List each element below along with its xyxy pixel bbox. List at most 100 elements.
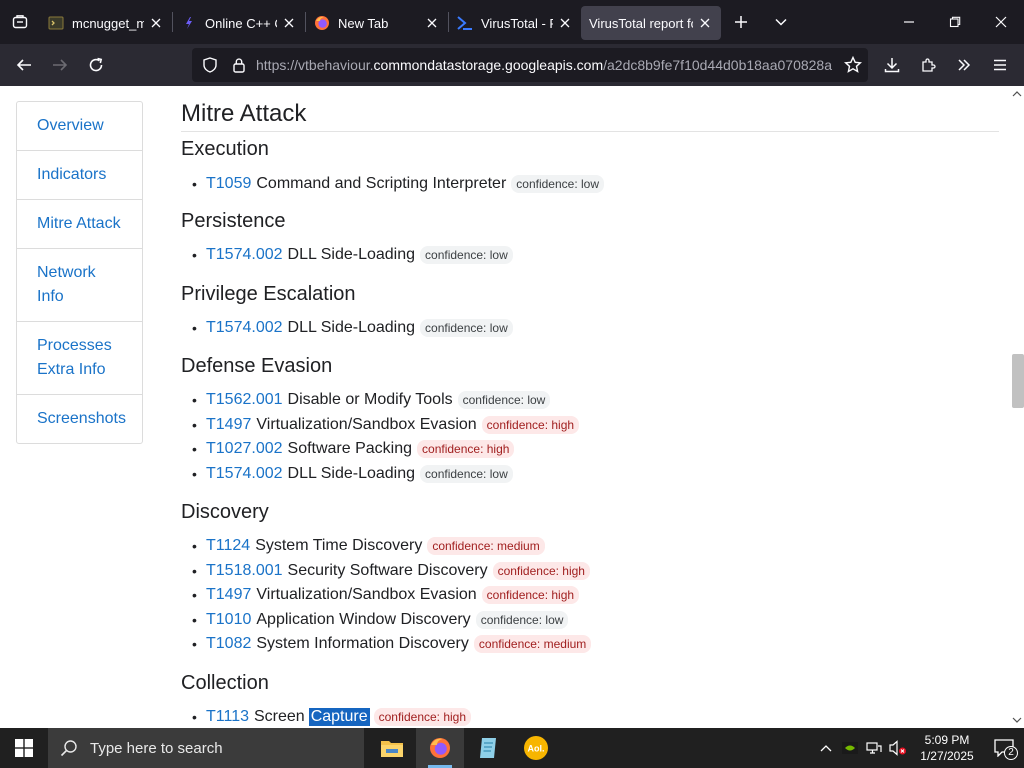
- back-button[interactable]: [6, 49, 42, 81]
- bullet: •: [192, 247, 197, 263]
- list-item: • T1497 Virtualization/Sandbox Evasion c…: [192, 414, 580, 436]
- bullet: •: [192, 392, 197, 408]
- tab-title: New Tab: [338, 15, 389, 31]
- section-heading-collection: Collection: [181, 672, 269, 694]
- tab-virustotal-report[interactable]: VirusTotal report for: [581, 6, 721, 40]
- bullet: •: [192, 538, 197, 554]
- star-icon: [844, 56, 862, 73]
- sidebar-item-indicators[interactable]: Indicators: [17, 151, 142, 200]
- taskbar-firefox[interactable]: [416, 728, 464, 768]
- close-icon[interactable]: [281, 15, 297, 31]
- address-bar[interactable]: https://vtbehaviour.commondatastorage.go…: [192, 48, 868, 82]
- close-icon[interactable]: [557, 15, 573, 31]
- nvidia-tray-icon[interactable]: [838, 728, 862, 768]
- windows-logo-icon: [15, 739, 33, 757]
- bullet: •: [192, 417, 197, 433]
- list-all-tabs-button[interactable]: [0, 0, 40, 44]
- technique-link[interactable]: T1027.002: [206, 440, 283, 458]
- system-tray: 5:09 PM 1/27/2025 2: [814, 728, 1024, 768]
- list-item: • T1059 Command and Scripting Interprete…: [192, 173, 604, 195]
- volume-muted-icon[interactable]: [886, 728, 910, 768]
- windows-taskbar: Type here to search Aol. 5:09 PM 1/27/20…: [0, 728, 1024, 768]
- technique-link[interactable]: T1518.001: [206, 562, 283, 580]
- technique-link[interactable]: T1059: [206, 175, 251, 193]
- url-text[interactable]: https://vtbehaviour.commondatastorage.go…: [256, 57, 838, 73]
- arrow-right-icon: [53, 59, 68, 71]
- technique-name: Virtualization/Sandbox Evasion: [256, 586, 477, 603]
- technique-link[interactable]: T1574.002: [206, 246, 283, 264]
- search-placeholder: Type here to search: [90, 739, 223, 757]
- technique-link[interactable]: T1574.002: [206, 465, 283, 483]
- confidence-badge: confidence: medium: [473, 635, 592, 653]
- list-item: • T1010 Application Window Discovery con…: [192, 609, 569, 631]
- tab-online-cpp[interactable]: Online C++ Con: [173, 6, 305, 40]
- lock-icon[interactable]: [226, 57, 252, 73]
- confidence-badge: confidence: high: [492, 562, 590, 580]
- tab-title: mcnugget_mem: [72, 15, 144, 31]
- minimize-icon: [904, 21, 914, 23]
- close-icon[interactable]: [424, 15, 440, 31]
- search-icon: [60, 740, 77, 757]
- new-tab-button[interactable]: [721, 0, 761, 44]
- start-button[interactable]: [0, 728, 48, 768]
- sidebar-item-overview[interactable]: Overview: [17, 102, 142, 151]
- technique-name: System Time Discovery: [255, 537, 423, 554]
- sidebar-item-processes-extra-info[interactable]: Processes Extra Info: [17, 322, 142, 395]
- close-icon[interactable]: [148, 15, 164, 31]
- list-item: • T1574.002 DLL Side-Loading confidence:…: [192, 244, 513, 266]
- sidebar-item-screenshots[interactable]: Screenshots: [17, 395, 142, 443]
- downloads-button[interactable]: [874, 49, 910, 81]
- scrollbar-thumb[interactable]: [1012, 354, 1024, 408]
- code-icon: [181, 15, 197, 31]
- tab-new-tab[interactable]: New Tab: [306, 6, 448, 40]
- vertical-scrollbar[interactable]: [1007, 86, 1024, 728]
- technique-link[interactable]: T1124: [206, 537, 250, 555]
- extensions-button[interactable]: [910, 49, 946, 81]
- sidebar-item-mitre-attack[interactable]: Mitre Attack: [17, 200, 142, 249]
- tab-mcnugget[interactable]: mcnugget_mem: [40, 6, 172, 40]
- list-item: • T1518.001 Security Software Discovery …: [192, 560, 590, 582]
- tab-virustotal-file[interactable]: VirusTotal - File -: [449, 6, 581, 40]
- app-menu-button[interactable]: [982, 49, 1018, 81]
- tab-list-button[interactable]: [761, 0, 801, 44]
- restore-button[interactable]: [932, 0, 978, 44]
- bullet: •: [192, 563, 197, 579]
- technique-link[interactable]: T1574.002: [206, 319, 283, 337]
- more-tools-button[interactable]: [946, 49, 982, 81]
- minimize-button[interactable]: [886, 0, 932, 44]
- network-icon[interactable]: [862, 728, 886, 768]
- list-item: • T1113 Screen Capture confidence: high: [192, 706, 472, 728]
- taskbar-clock[interactable]: 5:09 PM 1/27/2025: [910, 732, 984, 764]
- scroll-up-arrow-icon[interactable]: [1011, 88, 1023, 100]
- reload-button[interactable]: [78, 49, 114, 81]
- notifications-button[interactable]: 2: [984, 728, 1024, 768]
- show-hidden-icons-button[interactable]: [814, 728, 838, 768]
- confidence-badge: confidence: medium: [427, 537, 545, 555]
- list-item: • T1574.002 DLL Side-Loading confidence:…: [192, 463, 513, 485]
- scroll-down-arrow-icon[interactable]: [1011, 714, 1023, 726]
- bookmark-button[interactable]: [835, 49, 871, 81]
- shield-icon[interactable]: [194, 57, 226, 73]
- technique-link[interactable]: T1497: [206, 416, 251, 434]
- sidebar-item-network-info[interactable]: Network Info: [17, 249, 142, 322]
- confidence-badge: confidence: low: [420, 246, 513, 264]
- taskbar-search-box[interactable]: Type here to search: [48, 728, 364, 768]
- technique-link[interactable]: T1082: [206, 635, 251, 653]
- taskbar-aol[interactable]: Aol.: [512, 728, 560, 768]
- url-host: commondatastorage.googleapis.com: [373, 57, 604, 73]
- close-window-button[interactable]: [978, 0, 1024, 44]
- taskbar-notepad[interactable]: [464, 728, 512, 768]
- download-icon: [884, 58, 900, 73]
- section-heading-persistence: Persistence: [181, 210, 286, 232]
- taskbar-file-explorer[interactable]: [368, 728, 416, 768]
- confidence-badge: confidence: high: [373, 708, 472, 726]
- technique-link[interactable]: T1497: [206, 586, 251, 604]
- technique-link[interactable]: T1113: [206, 708, 249, 726]
- report-sidebar-nav: Overview Indicators Mitre Attack Network…: [16, 101, 143, 444]
- forward-button[interactable]: [42, 49, 78, 81]
- close-icon[interactable]: [697, 15, 713, 31]
- bullet: •: [192, 441, 197, 457]
- technique-link[interactable]: T1562.001: [206, 391, 283, 409]
- technique-name: DLL Side-Loading: [287, 319, 416, 336]
- technique-link[interactable]: T1010: [206, 611, 251, 629]
